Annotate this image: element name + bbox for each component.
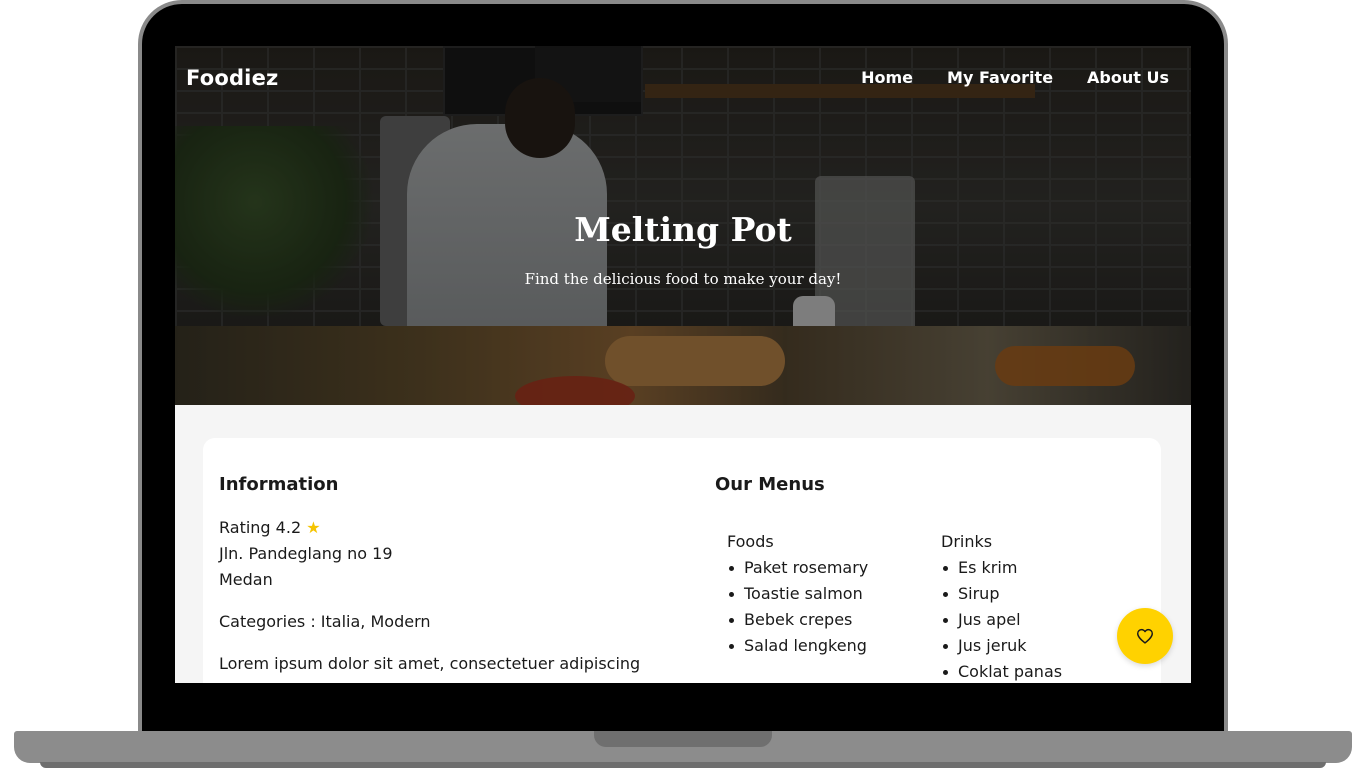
food-item: Toastie salmon [727, 581, 941, 607]
menus-heading: Our Menus [715, 474, 825, 495]
hero-tagline: Find the delicious food to make your day… [524, 270, 842, 288]
browser-viewport: Foodiez Home My Favorite About Us Meltin… [175, 46, 1191, 683]
rating-line: Rating 4.2 ★ [219, 515, 689, 541]
restaurant-detail-card: Information Rating 4.2 ★ Jln. Pandeglang… [203, 438, 1161, 683]
heart-outline-icon [1137, 628, 1153, 644]
food-item: Bebek crepes [727, 607, 941, 633]
nav-about-us[interactable]: About Us [1087, 68, 1169, 87]
favorite-button[interactable] [1117, 608, 1173, 664]
menu-columns: Foods Paket rosemary Toastie salmon Bebe… [715, 529, 1155, 683]
food-item: Salad lengkeng [727, 633, 941, 659]
nav-my-favorite[interactable]: My Favorite [947, 68, 1053, 87]
drink-item: Es krim [941, 555, 1155, 581]
information-section: Information Rating 4.2 ★ Jln. Pandeglang… [219, 474, 689, 677]
categories-line: Categories : Italia, Modern [219, 612, 431, 631]
menus-section: Our Menus Foods Paket rosemary Toastie s… [715, 474, 1155, 683]
brand-logo[interactable]: Foodiez [186, 66, 278, 90]
star-icon: ★ [306, 518, 321, 537]
food-item: Paket rosemary [727, 555, 941, 581]
laptop-notch [594, 731, 772, 747]
drink-item: Coklat panas [941, 659, 1155, 683]
laptop-base-edge [40, 762, 1326, 768]
rating-text: Rating 4.2 [219, 518, 302, 537]
description-text: Lorem ipsum dolor sit amet, consectetuer… [219, 654, 641, 673]
drinks-column: Drinks Es krim Sirup Jus apel Jus jeruk … [941, 529, 1155, 683]
foods-column: Foods Paket rosemary Toastie salmon Bebe… [727, 529, 941, 683]
city-line: Medan [219, 570, 273, 589]
foods-list: Paket rosemary Toastie salmon Bebek crep… [727, 555, 941, 659]
restaurant-title: Melting Pot [574, 210, 792, 249]
foods-heading: Foods [727, 532, 774, 551]
address-line: Jln. Pandeglang no 19 [219, 544, 393, 563]
hero-banner: Foodiez Home My Favorite About Us Meltin… [175, 46, 1191, 405]
drink-item: Sirup [941, 581, 1155, 607]
nav-home[interactable]: Home [861, 68, 913, 87]
drinks-heading: Drinks [941, 532, 993, 551]
main-nav: Home My Favorite About Us [827, 68, 1169, 87]
information-heading: Information [219, 474, 339, 495]
